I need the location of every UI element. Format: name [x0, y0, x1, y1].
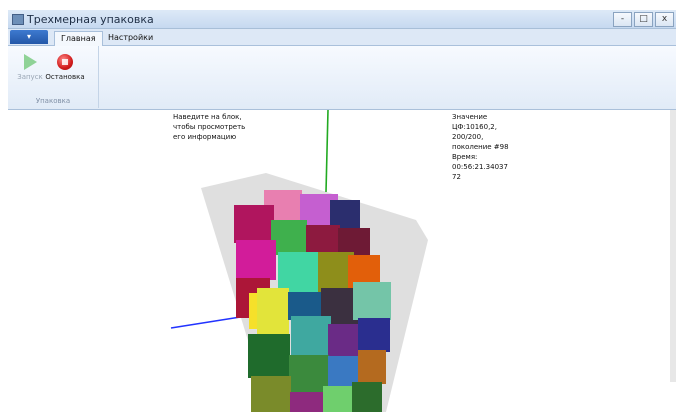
block[interactable] [257, 288, 289, 334]
block[interactable] [290, 392, 324, 412]
status-info: Значение ЦФ:10160,2, 200/200, поколение … [452, 113, 509, 181]
chevron-down-icon: ▾ [26, 32, 31, 41]
group-label: Упаковка [35, 97, 71, 105]
block[interactable] [248, 334, 290, 378]
block[interactable] [328, 324, 360, 358]
stop-button-label: Остановка [45, 73, 85, 81]
stop-button[interactable]: Остановка [45, 52, 85, 81]
stop-icon [57, 54, 73, 70]
packing-scene[interactable] [8, 110, 676, 412]
block[interactable] [358, 350, 386, 384]
close-button[interactable]: x [655, 12, 674, 27]
block[interactable] [291, 316, 331, 356]
block[interactable] [323, 386, 353, 412]
minimize-button[interactable]: - [613, 12, 632, 27]
tab-main[interactable]: Главная [54, 31, 103, 46]
3d-viewport[interactable]: Наведите на блок, чтобы просмотреть его … [8, 110, 676, 412]
play-icon [23, 54, 37, 70]
block[interactable] [278, 252, 322, 294]
block[interactable] [352, 382, 382, 412]
title-bar[interactable]: Трехмерная упаковка - □ x [8, 10, 676, 29]
app-window: Трехмерная упаковка - □ x ▾ Главная Наст… [0, 0, 676, 412]
app-menu-button[interactable]: ▾ [10, 30, 48, 44]
start-button-label: Запуск [17, 73, 43, 81]
vertical-scrollbar[interactable] [670, 110, 676, 382]
app-icon [12, 14, 24, 25]
ribbon-tabs: ▾ Главная Настройки [8, 29, 676, 46]
block[interactable] [251, 376, 291, 412]
block[interactable] [271, 220, 307, 255]
window-controls: - □ x [613, 12, 674, 27]
packing-group: Запуск Остановка Упаковка [8, 46, 99, 108]
start-button[interactable]: Запуск [10, 52, 50, 81]
maximize-button[interactable]: □ [634, 12, 653, 27]
y-axis [325, 110, 329, 193]
tab-settings[interactable]: Настройки [102, 31, 159, 45]
block[interactable] [358, 318, 390, 352]
block[interactable] [236, 240, 276, 280]
ribbon-panel: Запуск Остановка Упаковка [8, 46, 676, 110]
window-title: Трехмерная упаковка [27, 13, 154, 26]
block[interactable] [353, 282, 391, 320]
block[interactable] [234, 205, 274, 243]
hover-hint: Наведите на блок, чтобы просмотреть его … [173, 113, 246, 141]
block[interactable] [288, 292, 324, 320]
block[interactable] [330, 200, 360, 228]
